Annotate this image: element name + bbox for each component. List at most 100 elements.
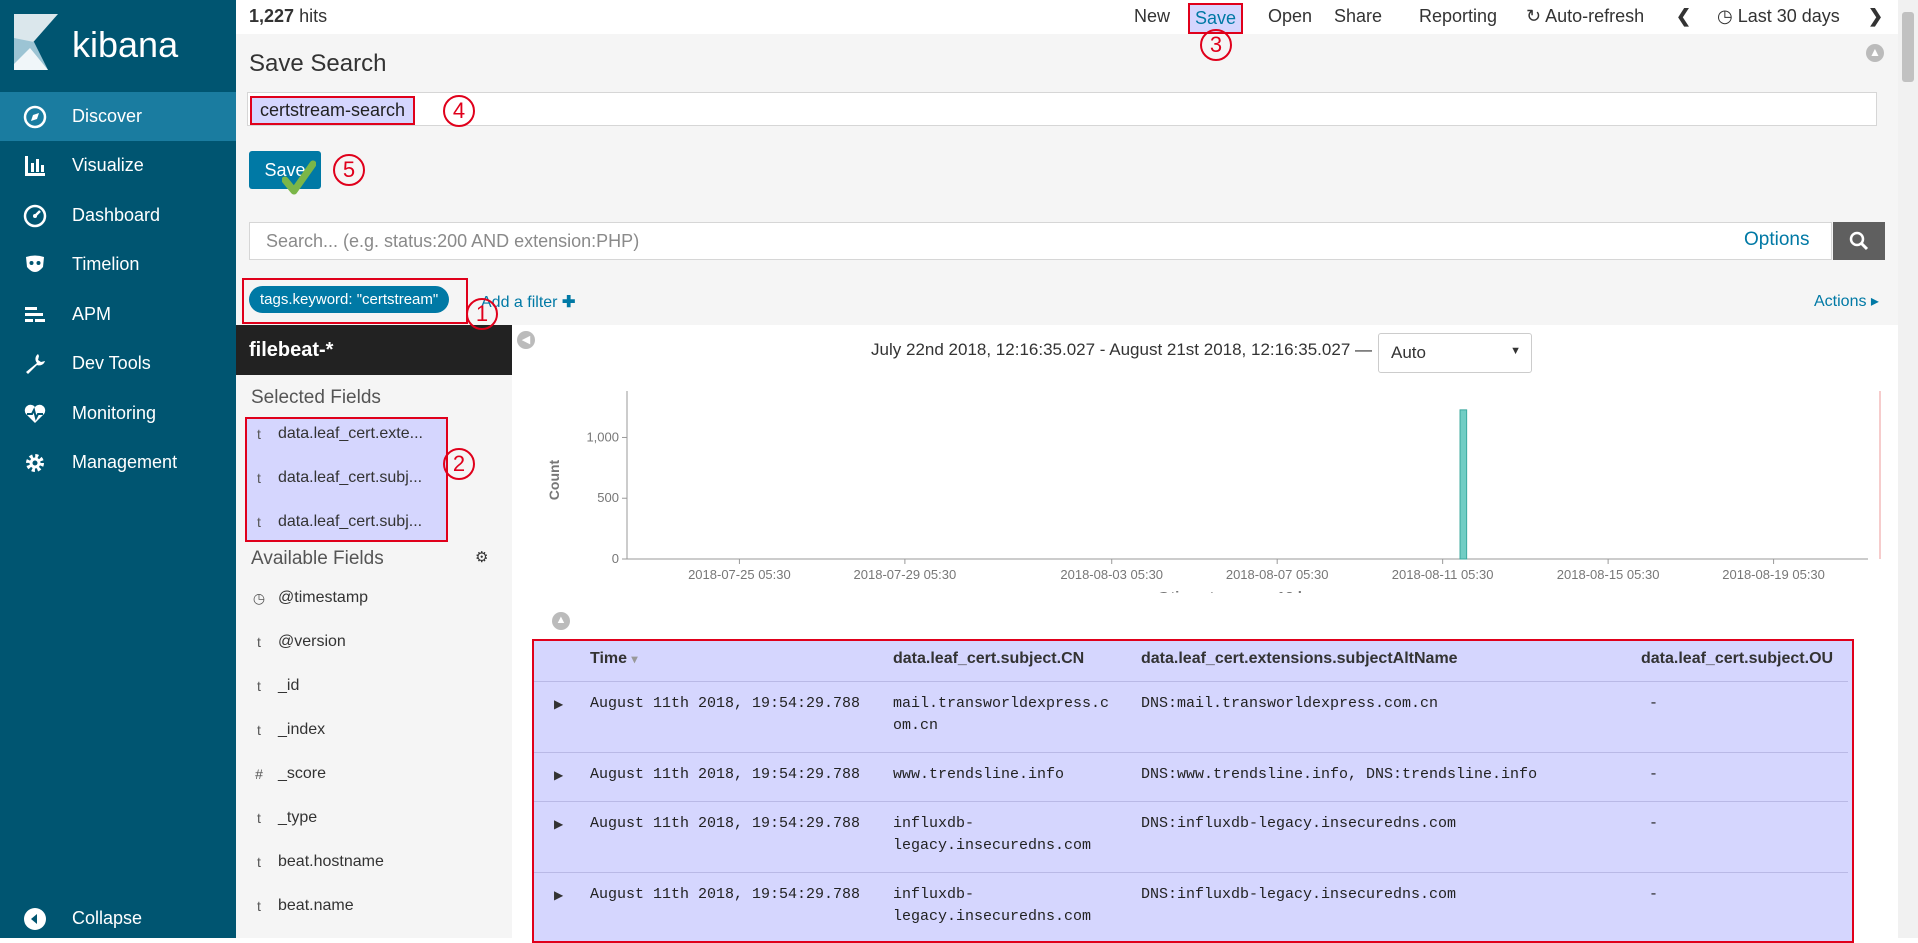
field-type-indicator: t <box>257 678 261 694</box>
search-icon <box>1849 231 1869 251</box>
expand-row-chevron-icon[interactable]: ▶ <box>554 768 563 782</box>
query-bar: Search... (e.g. status:200 AND extension… <box>236 217 1898 277</box>
gear-icon <box>22 450 48 476</box>
x-tick-label: 2018-08-15 05:30 <box>1557 567 1660 582</box>
sidebar-item-discover[interactable]: Discover <box>0 92 236 141</box>
sort-caret-icon[interactable]: ▾ <box>632 652 638 666</box>
sidebar-item-dev-tools[interactable]: Dev Tools <box>0 339 236 388</box>
column-header-subject-ou[interactable]: data.leaf_cert.subject.OU <box>1641 650 1833 668</box>
column-header-time[interactable]: Time ▾ <box>590 650 638 668</box>
cell-subject-alt-name: DNS:mail.transworldexpress.com.cn <box>1141 695 1439 712</box>
x-tick-label: 2018-08-11 05:30 <box>1392 567 1494 582</box>
query-options-link[interactable]: Options <box>1744 229 1809 251</box>
expand-row-chevron-icon[interactable]: ▶ <box>554 817 563 831</box>
field-name: _score <box>278 765 327 782</box>
available-field-item[interactable]: t beat.name <box>236 884 512 928</box>
auto-refresh-button[interactable]: ↻ Auto-refresh <box>1526 6 1644 27</box>
interval-select[interactable]: Auto ▼ <box>1378 333 1532 373</box>
field-name: data.leaf_cert.exte... <box>278 425 423 442</box>
cell-time: August 11th 2018, 19:54:29.788 <box>590 886 861 903</box>
field-name: beat.hostname <box>278 853 384 870</box>
field-name: _index <box>278 721 326 738</box>
expand-row-chevron-icon[interactable]: ▶ <box>554 888 563 902</box>
search-name-value: certstream-search <box>250 96 416 125</box>
column-header-subject-alt-name[interactable]: data.leaf_cert.extensions.subjectAltName <box>1141 650 1458 668</box>
compass-icon <box>22 104 48 130</box>
new-button[interactable]: New <box>1134 6 1170 27</box>
open-button[interactable]: Open <box>1268 6 1312 27</box>
time-prev-chevron-icon[interactable]: ❮ <box>1676 6 1691 27</box>
annotation-marker: 4 <box>443 95 475 127</box>
y-tick-label: 500 <box>597 490 619 505</box>
available-field-item[interactable]: t beat.hostname <box>236 840 512 884</box>
x-tick-label: 2018-08-19 05:30 <box>1722 567 1825 582</box>
heartbeat-icon <box>22 401 48 427</box>
collapse-panel-icon[interactable]: ▲ <box>1866 44 1884 62</box>
sidebar-item-label: Dev Tools <box>72 353 151 373</box>
clock-icon: ◷ <box>252 589 266 606</box>
search-input[interactable]: Search... (e.g. status:200 AND extension… <box>249 222 1832 260</box>
cell-subject-alt-name: DNS:influxdb-legacy.insecuredns.com <box>1141 815 1457 832</box>
field-type-indicator: t <box>257 898 261 914</box>
dashboard-gauge-icon <box>22 203 48 229</box>
cell-time: August 11th 2018, 19:54:29.788 <box>590 695 861 712</box>
available-field-item[interactable]: ◷ @timestamp <box>236 576 512 620</box>
index-pattern-title[interactable]: filebeat-* <box>236 325 512 375</box>
time-next-chevron-icon[interactable]: ❯ <box>1868 6 1883 27</box>
scrollbar-thumb[interactable] <box>1902 12 1914 82</box>
sidebar-item-apm[interactable]: APM <box>0 290 236 339</box>
share-button[interactable]: Share <box>1334 6 1382 27</box>
sidebar-item-visualize[interactable]: Visualize <box>0 141 236 190</box>
sidebar-item-timelion[interactable]: Timelion <box>0 240 236 289</box>
time-range-label: Last 30 days <box>1737 6 1840 26</box>
sidebar-collapse-button[interactable]: Collapse <box>0 894 236 943</box>
available-field-item[interactable]: t _id <box>236 664 512 708</box>
selected-field-item[interactable]: t data.leaf_cert.subj... <box>236 500 512 544</box>
available-field-item[interactable]: t _type <box>236 796 512 840</box>
sidebar-item-management[interactable]: Management <box>0 438 236 487</box>
time-picker-button[interactable]: ◷ Last 30 days <box>1717 6 1840 27</box>
reporting-button[interactable]: Reporting <box>1419 6 1497 27</box>
discover-main: ◀ July 22nd 2018, 12:16:35.027 - August … <box>512 325 1898 943</box>
kibana-logo-icon[interactable] <box>14 14 58 70</box>
field-name: _type <box>278 809 318 826</box>
field-type-indicator: t <box>257 470 261 486</box>
search-submit-button[interactable] <box>1833 222 1885 260</box>
cell-time: August 11th 2018, 19:54:29.788 <box>590 815 861 832</box>
field-type-indicator: t <box>257 514 261 530</box>
fields-sidebar: filebeat-* Selected Fields t data.leaf_c… <box>236 325 512 938</box>
available-field-item[interactable]: t @version <box>236 620 512 664</box>
field-type-indicator: t <box>257 722 261 738</box>
available-field-item[interactable]: # _score <box>236 752 512 796</box>
field-type-indicator: # <box>255 766 263 782</box>
cell-subject-cn: www.trendsline.info <box>893 764 1064 786</box>
expand-row-chevron-icon[interactable]: ▶ <box>554 697 563 711</box>
auto-refresh-label: Auto-refresh <box>1545 6 1645 26</box>
selected-field-item[interactable]: t data.leaf_cert.exte... <box>236 412 512 456</box>
collapse-chart-icon[interactable]: ▲ <box>552 612 570 630</box>
sidebar-item-monitoring[interactable]: Monitoring <box>0 389 236 438</box>
cell-subject-ou: - <box>1649 886 1659 903</box>
sidebar-item-dashboard[interactable]: Dashboard <box>0 191 236 240</box>
timelion-mask-icon <box>22 252 48 278</box>
column-header-subject-cn[interactable]: data.leaf_cert.subject.CN <box>893 650 1084 668</box>
histogram-bar <box>1459 409 1468 560</box>
x-tick-label: 2018-08-07 05:30 <box>1226 567 1329 582</box>
field-type-indicator: t <box>257 810 261 826</box>
field-settings-gear-icon[interactable]: ⚙ <box>475 548 488 566</box>
cell-line: mail.transworldexpress.c <box>893 695 1110 712</box>
save-search-panel: Save Search ▲ certstream-search Save <box>236 34 1898 217</box>
top-bar: 1,227 hits New Save Open Share Reporting… <box>236 0 1918 35</box>
filter-actions-button[interactable]: Actions ▸ <box>1814 291 1879 311</box>
hits-label: hits <box>299 6 328 26</box>
available-field-item[interactable]: t _index <box>236 708 512 752</box>
field-type-indicator: t <box>257 426 261 442</box>
cell-subject-ou: - <box>1649 815 1659 832</box>
sidebar-item-label: Timelion <box>72 254 140 274</box>
page-scrollbar[interactable] <box>1898 0 1918 938</box>
dropdown-caret-icon: ▼ <box>1510 345 1521 357</box>
filter-pill[interactable]: tags.keyword: "certstream" <box>249 286 450 313</box>
search-name-input[interactable] <box>247 92 1877 126</box>
interval-value: Auto <box>1391 343 1426 362</box>
annotation-marker: 2 <box>443 448 475 480</box>
